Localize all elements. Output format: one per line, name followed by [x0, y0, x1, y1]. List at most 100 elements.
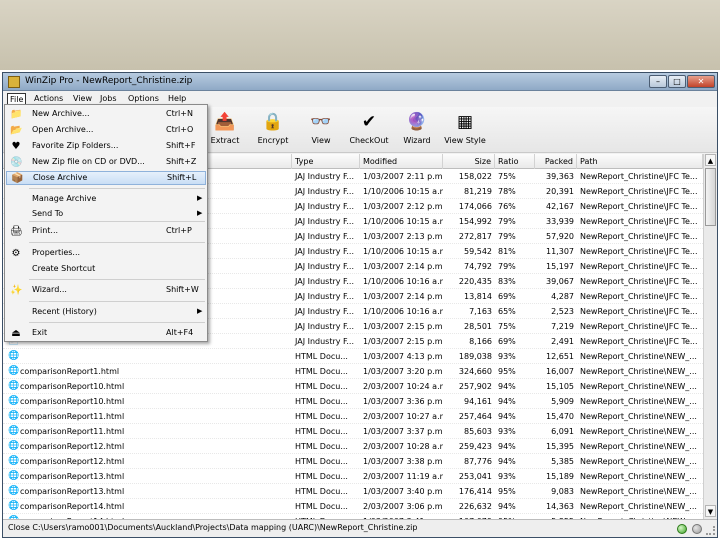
file-modified: 1/03/2007 2:15 p.m. — [363, 337, 443, 346]
menu-item-label: Close Archive — [33, 173, 88, 182]
column-header-path[interactable]: Path — [577, 154, 703, 169]
table-row[interactable]: 🌐 comparisonReport12.html HTML Docu... 2/03… — [3, 439, 703, 454]
window-title: WinZip Pro - NewReport_Christine.zip — [25, 76, 193, 86]
column-header-size[interactable]: Size — [443, 154, 495, 169]
file-path: NewReport_Christine\JFC Te... — [580, 217, 698, 226]
file-type: JAJ Industry F... — [295, 322, 354, 331]
status-led-green-icon — [677, 524, 687, 534]
close-archive-icon: 📦 — [11, 173, 24, 184]
file-menu-item-exit[interactable]: ⏏ Exit Alt+F4 — [6, 327, 206, 341]
maximize-button[interactable]: □ — [668, 75, 686, 88]
file-type: JAJ Industry F... — [295, 217, 354, 226]
file-ratio: 94% — [498, 382, 516, 391]
view-style-icon: ▦ — [456, 112, 474, 132]
menu-item-label: Create Shortcut — [32, 264, 96, 273]
menu-item-shortcut: Shift+W — [166, 285, 199, 294]
table-row[interactable]: 🌐 comparisonReport12.html HTML Docu... 1/03… — [3, 454, 703, 469]
checkout-label: CheckOut — [349, 136, 389, 145]
scroll-thumb[interactable] — [705, 168, 716, 226]
file-packed: 12,651 — [546, 352, 574, 361]
open-archive-icon: 📂 — [10, 125, 23, 136]
menu-item-label: Exit — [32, 328, 48, 337]
table-row[interactable]: 🌐 comparisonReport14.html HTML Docu... 2/03… — [3, 499, 703, 514]
file-name: comparisonReport13.html — [20, 472, 125, 481]
menu-separator — [29, 242, 205, 243]
table-row[interactable]: 🌐 comparisonReport13.html HTML Docu... 1/03… — [3, 484, 703, 499]
file-size: 81,219 — [464, 187, 492, 196]
file-type: HTML Docu... — [295, 487, 348, 496]
column-header-packed[interactable]: Packed — [535, 154, 577, 169]
file-ratio: 95% — [498, 367, 516, 376]
menu-item-label: New Archive... — [32, 109, 90, 118]
column-header-ratio[interactable]: Ratio — [495, 154, 535, 169]
menu-item-label: Open Archive... — [32, 125, 94, 134]
menu-item-label: Recent (History) — [32, 307, 97, 316]
file-path: NewReport_Christine\NEW_... — [580, 457, 697, 466]
file-ratio: 93% — [498, 472, 516, 481]
file-menu-item-open-archive[interactable]: 📂 Open Archive... Ctrl+O — [6, 124, 206, 138]
file-name: comparisonReport13.html — [20, 487, 125, 496]
file-menu-item-send-to[interactable]: Send To ▶ — [6, 208, 206, 222]
file-menu-item-favorite-zip-folders[interactable]: ♥ Favorite Zip Folders... Shift+F — [6, 140, 206, 154]
view-style-button[interactable]: ▦ View Style — [443, 110, 487, 150]
close-button[interactable]: ✕ — [687, 75, 715, 88]
title-bar[interactable]: WinZip Pro - NewReport_Christine.zip – □… — [3, 73, 717, 91]
view-button[interactable]: 👓 View — [299, 110, 343, 150]
file-packed: 20,391 — [546, 187, 574, 196]
encrypt-button[interactable]: 🔒 Encrypt — [251, 110, 295, 150]
file-packed: 15,470 — [546, 412, 574, 421]
menu-item-label: Manage Archive — [32, 194, 97, 203]
file-menu-item-new-zip-file-on-cd-or-dvd[interactable]: 💿 New Zip file on CD or DVD... Shift+Z — [6, 156, 206, 170]
table-row[interactable]: 🌐 comparisonReport10.html HTML Docu... 1/03… — [3, 394, 703, 409]
file-type: JAJ Industry F... — [295, 247, 354, 256]
file-menu-item-create-shortcut[interactable]: Create Shortcut — [6, 263, 206, 277]
file-type: JAJ Industry F... — [295, 307, 354, 316]
scroll-up-arrow-icon[interactable]: ▲ — [705, 154, 716, 166]
table-row[interactable]: 🌐 comparisonReport10.html HTML Docu... 2/03… — [3, 379, 703, 394]
wizard-button[interactable]: 🔮 Wizard — [395, 110, 439, 150]
file-name: comparisonReport12.html — [20, 457, 125, 466]
file-packed: 33,939 — [546, 217, 574, 226]
table-row[interactable]: 🌐 comparisonReport11.html HTML Docu... 2/03… — [3, 409, 703, 424]
file-type: JAJ Industry F... — [295, 277, 354, 286]
file-modified: 1/03/2007 2:11 p.m. — [363, 172, 443, 181]
file-modified: 1/03/2007 3:38 p.m. — [363, 457, 443, 466]
file-modified: 1/03/2007 4:13 p.m. — [363, 352, 443, 361]
menu-separator — [29, 322, 205, 323]
file-menu-item-new-archive[interactable]: 📁 New Archive... Ctrl+N — [6, 108, 206, 122]
file-menu-item-manage-archive[interactable]: Manage Archive ▶ — [6, 193, 206, 207]
table-row[interactable]: 🌐 HTML Docu... 1/03/2007 4:13 p.m. 189,038 9… — [3, 349, 703, 364]
table-row[interactable]: 🌐 comparisonReport11.html HTML Docu... 1/03… — [3, 424, 703, 439]
column-header-type[interactable]: Type — [292, 154, 360, 169]
checkout-icon: ✔ — [361, 112, 377, 132]
file-type: HTML Docu... — [295, 427, 348, 436]
file-ratio: 83% — [498, 277, 516, 286]
file-size: 154,992 — [458, 217, 492, 226]
file-menu-item-recent-history[interactable]: Recent (History) ▶ — [6, 306, 206, 320]
table-row[interactable]: 🌐 comparisonReport1.html HTML Docu... 1/03/… — [3, 364, 703, 379]
extract-button[interactable]: 📤 Extract — [203, 110, 247, 150]
resize-grip-icon[interactable] — [706, 526, 715, 535]
file-menu-item-properties[interactable]: ⚙ Properties... — [6, 247, 206, 261]
file-type: HTML Docu... — [295, 412, 348, 421]
file-menu-item-close-archive[interactable]: 📦 Close Archive Shift+L — [6, 171, 206, 185]
file-path: NewReport_Christine\JFC Te... — [580, 337, 698, 346]
file-type: HTML Docu... — [295, 472, 348, 481]
file-ratio: 94% — [498, 442, 516, 451]
column-header-modified[interactable]: Modified — [360, 154, 443, 169]
file-modified: 1/10/2006 10:15 a.m. — [363, 247, 443, 256]
file-menu-item-wizard[interactable]: ✨ Wizard... Shift+W — [6, 284, 206, 298]
file-size: 7,163 — [469, 307, 492, 316]
minimize-button[interactable]: – — [649, 75, 667, 88]
wizard-icon: ✨ — [10, 285, 23, 296]
cd-icon: 💿 — [10, 157, 23, 168]
file-size: 257,902 — [458, 382, 492, 391]
menu-separator — [29, 221, 205, 222]
file-menu-item-print[interactable]: 🖨 Print... Ctrl+P — [6, 225, 206, 239]
vertical-scrollbar[interactable]: ▲ ▼ — [703, 154, 717, 519]
checkout-button[interactable]: ✔ CheckOut — [347, 110, 391, 150]
file-path: NewReport_Christine\JFC Te... — [580, 187, 698, 196]
file-type: JAJ Industry F... — [295, 172, 354, 181]
table-row[interactable]: 🌐 comparisonReport13.html HTML Docu... 2/03… — [3, 469, 703, 484]
scroll-down-arrow-icon[interactable]: ▼ — [705, 505, 716, 517]
